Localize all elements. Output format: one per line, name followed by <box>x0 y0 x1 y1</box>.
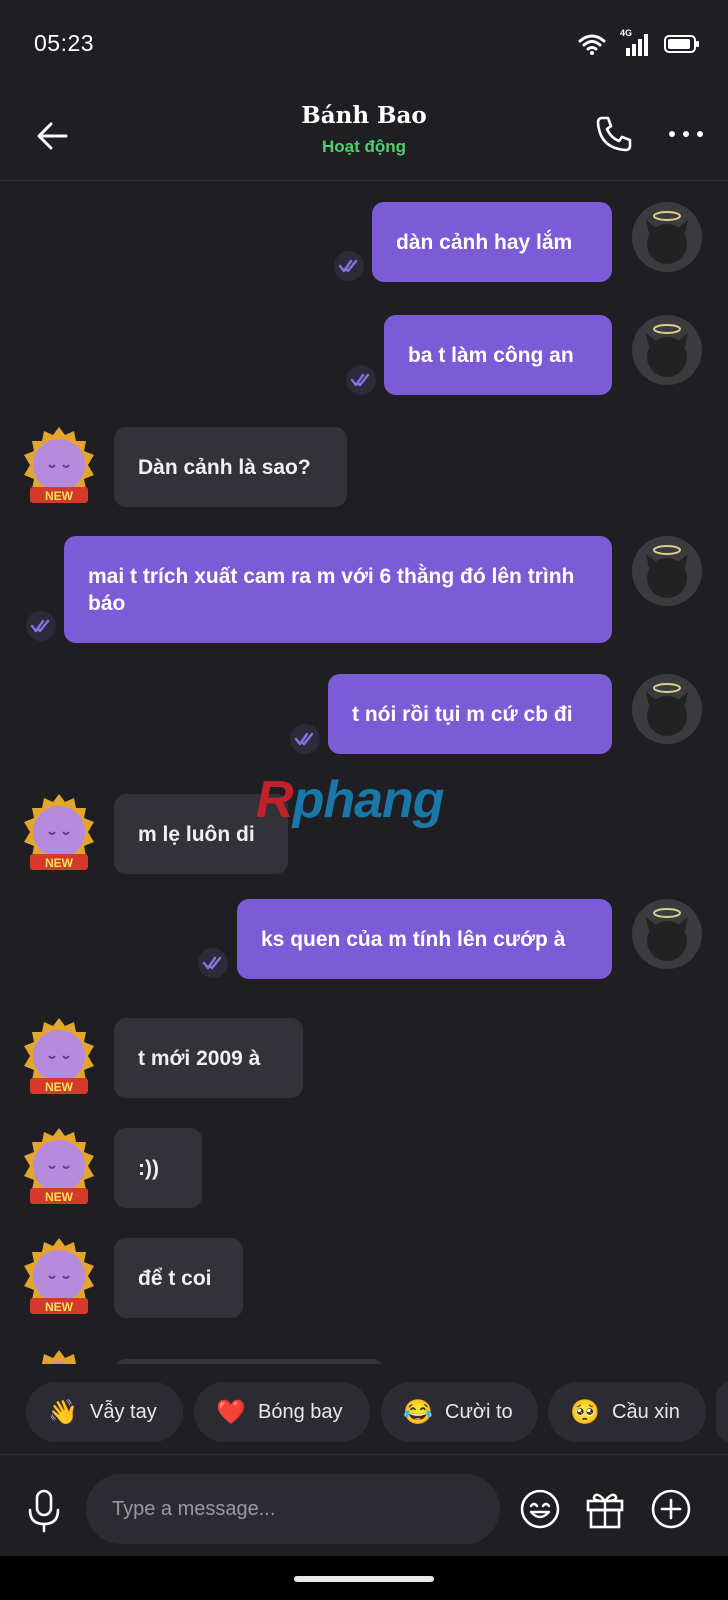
message-composer <box>0 1460 728 1556</box>
quick-reply-bar: 👋 Vẫy tay ❤️ Bóng bay 😂 Cười to 🥺 Cầu xi… <box>0 1364 728 1455</box>
message-text: để t coi <box>138 1266 212 1290</box>
message-text: Dàn cảnh là sao? <box>138 455 311 479</box>
svg-text:NEW: NEW <box>45 1190 74 1204</box>
message-bubble-outgoing[interactable]: dàn cảnh hay lắm <box>372 202 612 282</box>
quick-reply-label: Cười to <box>445 1400 513 1423</box>
contact-avatar[interactable]: NEW <box>18 1016 100 1100</box>
message-text: mai t trích xuất cam ra m với 6 thằng đó… <box>88 564 575 615</box>
quick-reply-label: Vẫy tay <box>90 1400 157 1423</box>
phone-icon <box>596 116 632 152</box>
gift-button[interactable] <box>583 1487 627 1531</box>
svg-text:NEW: NEW <box>45 1300 74 1314</box>
message-text: ks quen của m tính lên cướp à <box>261 927 566 951</box>
message-text: t nói rồi tụi m cứ cb đi <box>352 702 573 726</box>
chat-header: Bánh Bao Hoạt động <box>0 88 728 181</box>
message-bubble-outgoing[interactable]: ba t làm công an <box>384 315 612 395</box>
quick-reply-laugh[interactable]: 😂 Cười to <box>381 1382 538 1442</box>
my-avatar[interactable] <box>632 674 702 744</box>
quick-reply-more[interactable] <box>716 1382 728 1442</box>
status-icons: 4G <box>578 28 700 58</box>
contact-avatar[interactable]: NEW <box>18 1126 100 1210</box>
message-bubble-incoming[interactable]: Dàn cảnh là sao? <box>114 427 347 507</box>
my-avatar[interactable] <box>632 202 702 272</box>
voice-message-button[interactable] <box>22 1488 66 1534</box>
call-button[interactable] <box>592 112 636 156</box>
contact-avatar[interactable]: NEW <box>18 792 100 876</box>
svg-text:NEW: NEW <box>45 489 74 503</box>
watermark-part-1: R <box>256 771 294 829</box>
system-nav-bar <box>0 1556 728 1600</box>
plus-icon <box>651 1489 691 1529</box>
message-bubble-outgoing[interactable]: t nói rồi tụi m cứ cb đi <box>328 674 612 754</box>
message-text: m lẹ luôn di <box>138 822 255 846</box>
contact-avatar[interactable]: NEW <box>18 425 100 509</box>
gift-icon <box>586 1493 624 1529</box>
svg-text:NEW: NEW <box>45 1080 74 1094</box>
waving-hand-icon: 👋 <box>48 1398 78 1426</box>
wifi-icon <box>578 34 606 55</box>
emoji-icon <box>520 1489 560 1529</box>
status-time: 05:23 <box>34 30 95 56</box>
my-avatar[interactable] <box>632 536 702 606</box>
contact-avatar[interactable]: NEW <box>18 1236 100 1320</box>
quick-reply-wave[interactable]: 👋 Vẫy tay <box>26 1382 183 1442</box>
emoji-button[interactable] <box>518 1487 562 1531</box>
double-check-icon <box>346 365 376 395</box>
message-bubble-incoming[interactable]: để t coi <box>114 1238 243 1318</box>
more-options-button[interactable] <box>664 112 708 156</box>
cellular-signal-icon: 4G <box>620 28 650 56</box>
quick-reply-plead[interactable]: 🥺 Cầu xin <box>548 1382 706 1442</box>
message-bubble-outgoing[interactable]: ks quen của m tính lên cướp à <box>237 899 612 979</box>
watermark-logo: Rphang <box>256 770 445 830</box>
my-avatar[interactable] <box>632 315 702 385</box>
status-bar: 05:23 4G <box>0 0 728 88</box>
contact-avatar[interactable] <box>18 1348 100 1364</box>
message-text: dàn cảnh hay lắm <box>396 230 573 254</box>
message-input[interactable] <box>86 1474 500 1544</box>
message-text: :)) <box>138 1156 159 1180</box>
watermark-part-2: phang <box>292 771 445 829</box>
message-bubble-incoming[interactable]: t mới 2009 à <box>114 1018 303 1098</box>
double-check-icon <box>290 724 320 754</box>
message-text: t mới 2009 à <box>138 1046 261 1070</box>
double-check-icon <box>198 948 228 978</box>
double-check-icon <box>26 611 56 641</box>
heart-icon: ❤️ <box>216 1398 246 1426</box>
svg-text:NEW: NEW <box>45 856 74 870</box>
message-bubble-outgoing[interactable]: mai t trích xuất cam ra m với 6 thằng đó… <box>64 536 612 643</box>
attach-button[interactable] <box>649 1487 693 1531</box>
network-type-label: 4G <box>620 28 633 38</box>
microphone-icon <box>28 1489 60 1533</box>
laughing-face-icon: 😂 <box>403 1398 433 1426</box>
my-avatar[interactable] <box>632 899 702 969</box>
home-indicator[interactable] <box>294 1576 434 1582</box>
pleading-face-icon: 🥺 <box>570 1398 600 1426</box>
more-icon <box>669 131 703 137</box>
double-check-icon <box>334 251 364 281</box>
quick-reply-label: Bóng bay <box>258 1400 343 1423</box>
quick-reply-balloon[interactable]: ❤️ Bóng bay <box>194 1382 370 1442</box>
message-text: ba t làm công an <box>408 343 574 367</box>
quick-reply-label: Cầu xin <box>612 1400 680 1423</box>
battery-icon <box>664 35 699 53</box>
message-bubble-incoming[interactable]: :)) <box>114 1128 202 1208</box>
